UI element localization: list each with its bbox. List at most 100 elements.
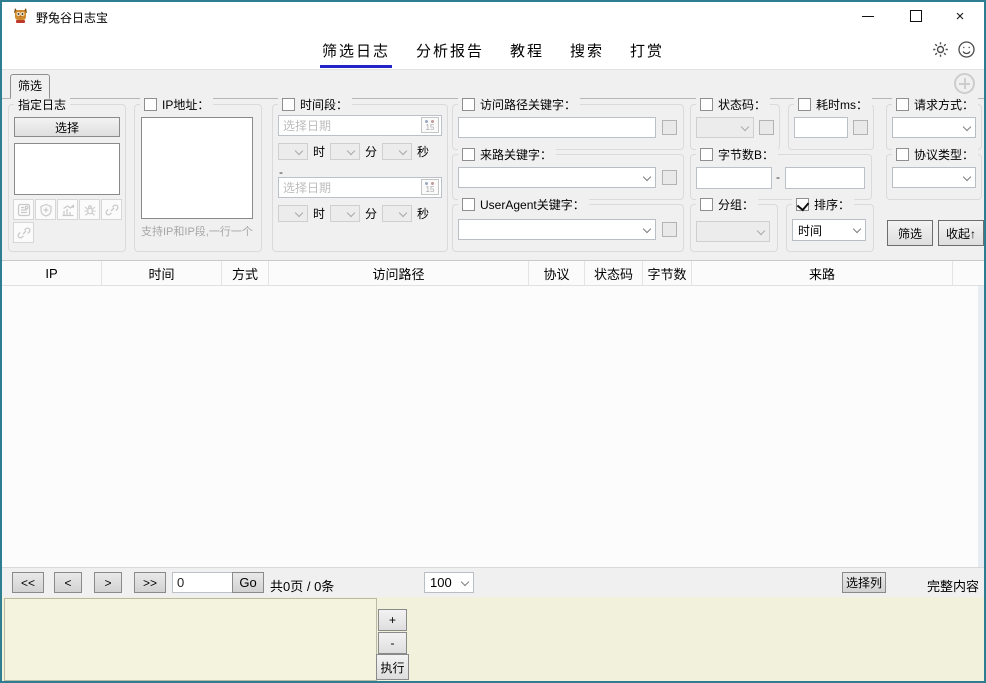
filter-button[interactable]: 筛选 xyxy=(887,220,933,246)
nav-right-icons xyxy=(931,30,976,69)
status-code-option-box[interactable] xyxy=(759,120,774,135)
path-keyword-label: 访问路径关键字： xyxy=(480,96,576,113)
page-size-select[interactable]: 100 xyxy=(424,572,474,593)
referer-keyword-label: 来路关键字： xyxy=(480,146,552,163)
method-checkbox[interactable] xyxy=(896,98,909,111)
chart-icon[interactable] xyxy=(57,199,78,220)
column-header-bytes[interactable]: 字节数 xyxy=(643,261,692,285)
bytes-max-input[interactable] xyxy=(785,167,865,189)
page-number-input[interactable] xyxy=(172,572,238,593)
group-status-code: 状态码： xyxy=(690,104,780,150)
column-header-protocol[interactable]: 协议 xyxy=(529,261,585,285)
group-method: 请求方式： xyxy=(886,104,982,150)
hour-label-2: 时 xyxy=(313,205,325,222)
title-bar: 野兔谷日志宝 × xyxy=(2,2,984,30)
next-page-button[interactable]: > xyxy=(94,572,122,593)
column-header-status[interactable]: 状态码 xyxy=(585,261,643,285)
tab-filter[interactable]: 筛选 xyxy=(10,74,50,99)
remove-row-button[interactable]: - xyxy=(378,632,407,654)
nav-item-3[interactable]: 搜索 xyxy=(568,31,606,68)
protocol-select[interactable] xyxy=(892,167,976,188)
select-columns-button[interactable]: 选择列 xyxy=(842,572,886,593)
method-select[interactable] xyxy=(892,117,976,138)
column-header-method[interactable]: 方式 xyxy=(222,261,269,285)
go-button[interactable]: Go xyxy=(232,572,264,593)
link-icon[interactable] xyxy=(101,199,122,220)
duration-checkbox[interactable] xyxy=(798,98,811,111)
column-header-ip[interactable]: IP xyxy=(2,261,102,285)
duration-input[interactable] xyxy=(794,117,848,138)
collapse-button[interactable]: 收起↑ xyxy=(938,220,984,246)
group-time-range: 时间段： 15 时 分 秒 - 15 时 分 xyxy=(272,104,448,252)
status-code-label: 状态码： xyxy=(718,96,766,113)
end-second-select[interactable] xyxy=(382,205,412,222)
start-hour-select[interactable] xyxy=(278,143,308,160)
grouping-select[interactable] xyxy=(696,221,770,242)
status-code-select[interactable] xyxy=(696,117,754,138)
log-list[interactable] xyxy=(14,143,120,195)
time-range-checkbox[interactable] xyxy=(282,98,295,111)
referer-keyword-checkbox[interactable] xyxy=(462,148,475,161)
close-icon[interactable]: × xyxy=(940,2,980,30)
bytes-checkbox[interactable] xyxy=(700,148,713,161)
path-keyword-option-box[interactable] xyxy=(662,120,677,135)
useragent-keyword-select[interactable] xyxy=(458,219,656,240)
column-header-referer[interactable]: 来路 xyxy=(692,261,953,285)
command-input-area[interactable] xyxy=(4,598,377,681)
referer-keyword-option-box[interactable] xyxy=(662,170,677,185)
protocol-checkbox[interactable] xyxy=(896,148,909,161)
referer-keyword-select[interactable] xyxy=(458,167,656,188)
status-code-checkbox[interactable] xyxy=(700,98,713,111)
execute-button[interactable]: 执行 xyxy=(376,654,409,680)
select-log-button[interactable]: 选择 xyxy=(14,117,120,137)
bytes-min-input[interactable] xyxy=(696,167,772,189)
minute-label: 分 xyxy=(365,143,377,160)
date-end-input[interactable] xyxy=(278,177,442,198)
start-second-select[interactable] xyxy=(382,143,412,160)
ip-textarea[interactable] xyxy=(141,117,253,219)
minimize-icon[interactable] xyxy=(848,2,888,30)
nav-item-4[interactable]: 打赏 xyxy=(628,31,666,68)
plus-circle-icon[interactable] xyxy=(954,73,975,94)
gear-icon[interactable] xyxy=(931,40,950,59)
column-header-extra[interactable] xyxy=(953,261,984,285)
sort-checkbox[interactable] xyxy=(796,198,809,211)
useragent-keyword-checkbox[interactable] xyxy=(462,198,475,211)
duration-option-box[interactable] xyxy=(853,120,868,135)
date-start-input[interactable] xyxy=(278,115,442,136)
column-header-path[interactable]: 访问路径 xyxy=(269,261,529,285)
group-ip: IP地址： 支持IP和IP段,一行一个 xyxy=(134,104,262,252)
prev-page-button[interactable]: < xyxy=(54,572,82,593)
smiley-icon[interactable] xyxy=(957,40,976,59)
column-header-time[interactable]: 时间 xyxy=(102,261,222,285)
add-row-button[interactable]: + xyxy=(378,609,407,631)
nav-item-2[interactable]: 教程 xyxy=(508,31,546,68)
ip-checkbox[interactable] xyxy=(144,98,157,111)
useragent-keyword-option-box[interactable] xyxy=(662,222,677,237)
calendar-icon-start[interactable]: 15 xyxy=(421,117,439,133)
last-page-button[interactable]: >> xyxy=(134,572,166,593)
end-hour-select[interactable] xyxy=(278,205,308,222)
group-specify-log: 指定日志 选择 xyxy=(8,104,126,252)
grouping-checkbox[interactable] xyxy=(700,198,713,211)
start-minute-select[interactable] xyxy=(330,143,360,160)
nav-item-0[interactable]: 筛选日志 xyxy=(320,31,392,68)
shield-plus-icon[interactable] xyxy=(35,199,56,220)
notes-icon[interactable] xyxy=(13,199,34,220)
path-keyword-checkbox[interactable] xyxy=(462,98,475,111)
path-keyword-input[interactable] xyxy=(458,117,656,138)
duration-label: 耗时ms： xyxy=(816,96,868,113)
table-right-strip xyxy=(978,286,984,567)
protocol-label: 协议类型： xyxy=(914,146,974,163)
nav-item-1[interactable]: 分析报告 xyxy=(414,31,486,68)
first-page-button[interactable]: << xyxy=(12,572,44,593)
sort-select[interactable]: 时间 xyxy=(792,219,866,241)
useragent-keyword-label: UserAgent关键字： xyxy=(480,196,585,213)
calendar-icon-end[interactable]: 15 xyxy=(421,179,439,195)
maximize-icon[interactable] xyxy=(896,2,936,30)
end-minute-select[interactable] xyxy=(330,205,360,222)
method-label: 请求方式： xyxy=(914,96,974,113)
spider-icon[interactable] xyxy=(79,199,100,220)
link-icon-2[interactable] xyxy=(13,222,34,243)
owl-mascot-icon xyxy=(12,7,29,24)
